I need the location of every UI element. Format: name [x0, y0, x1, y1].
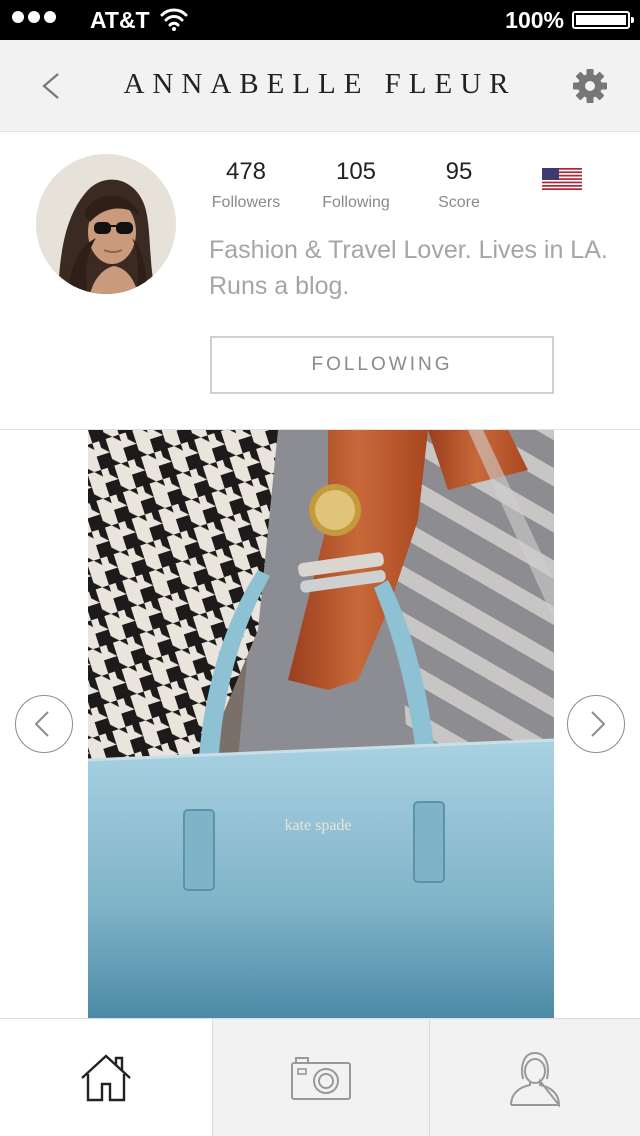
tab-camera[interactable] — [212, 1019, 429, 1136]
carrier-label: AT&T — [90, 7, 150, 33]
us-flag-icon — [542, 168, 582, 190]
following-label: Following — [322, 194, 390, 211]
followers-count: 478 — [225, 158, 267, 185]
score-count: 95 — [445, 158, 473, 185]
home-icon — [81, 1054, 131, 1102]
following-button[interactable]: FOLLOWING — [210, 336, 554, 394]
score-stat: 95 Score — [404, 158, 514, 212]
next-photo-button[interactable] — [567, 695, 625, 753]
photo-carousel: kate spade — [0, 430, 640, 1018]
user-icon — [510, 1051, 561, 1107]
status-bar: AT&T 100% — [0, 0, 640, 40]
chevron-right-circle-icon — [590, 710, 605, 737]
signal-dots-icon — [12, 11, 56, 23]
avatar[interactable] — [36, 154, 176, 294]
score-label: Score — [438, 194, 480, 211]
bio-text: Fashion & Travel Lover. Lives in LA. Run… — [209, 236, 608, 300]
camera-icon — [291, 1057, 351, 1100]
followers-label: Followers — [211, 194, 281, 211]
prev-photo-button[interactable] — [15, 695, 73, 753]
svg-text:kate spade: kate spade — [284, 817, 351, 834]
profile-section: 478 Followers 105 Following 95 Score Fas… — [0, 132, 640, 430]
wifi-icon — [160, 8, 188, 31]
gear-icon[interactable] — [570, 66, 610, 106]
tab-profile[interactable] — [429, 1019, 640, 1136]
followers-stat[interactable]: 478 Followers — [191, 158, 301, 212]
tab-bar — [0, 1018, 640, 1136]
tab-home[interactable] — [0, 1019, 212, 1136]
following-count: 105 — [335, 158, 377, 185]
chevron-left-circle-icon — [34, 710, 49, 737]
post-photo[interactable]: kate spade — [88, 430, 554, 1018]
following-stat[interactable]: 105 Following — [301, 158, 411, 212]
nav-header: ANNABELLE FLEUR — [0, 40, 640, 132]
battery-icon — [572, 11, 634, 29]
page-title: ANNABELLE FLEUR — [123, 68, 517, 100]
battery-percent: 100% — [505, 7, 564, 33]
